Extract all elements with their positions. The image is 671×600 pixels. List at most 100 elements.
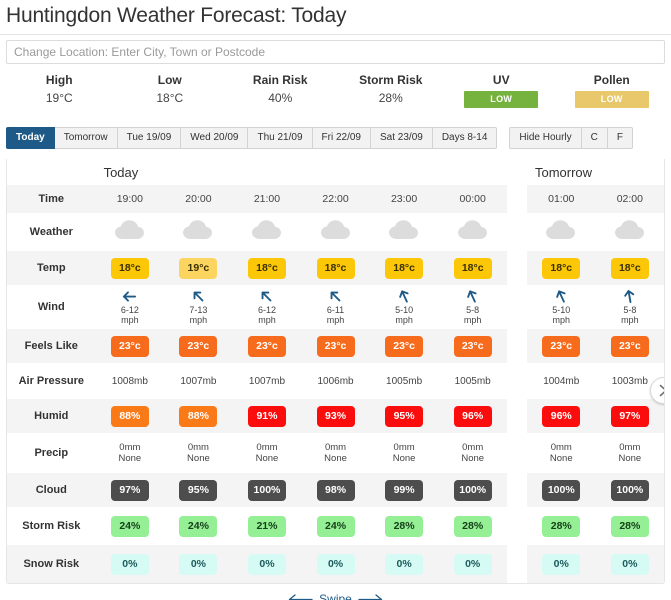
precip-cell: 0mm None [595, 433, 664, 473]
humidity-cell: 88% [164, 399, 233, 433]
wind-cell: 6-11 mph [301, 285, 370, 329]
precip-amount: 0mm [619, 442, 641, 453]
cloud-cell: 100% [595, 473, 664, 507]
humidity-cell: 97% [664, 399, 665, 433]
row-time: Time 19:00 20:00 21:00 22:00 23:00 00:00 01:00 0… [7, 185, 664, 213]
wind-direction-arrow-icon [398, 290, 409, 303]
temp-chip: 18°c [316, 257, 355, 279]
temp-cell: 19°c [164, 251, 233, 285]
wind-unit: mph [621, 315, 639, 325]
cloud-cell: 100% [438, 473, 507, 507]
air-pressure-cell: 1005mb [438, 363, 507, 399]
wind-speed: 6-11 [326, 305, 345, 315]
tab-thu-21-09[interactable]: Thu 21/09 [248, 127, 313, 149]
forecast-table-scroller[interactable]: Today Tomorrow Time 19:00 20:00 21:00 22:00 23:… [6, 159, 665, 584]
feels-like-cell: 23°c [95, 329, 165, 363]
feels-like-chip: 23°c [453, 335, 492, 357]
row-label: Wind [7, 285, 96, 329]
precip-text: 0mm None [233, 442, 302, 464]
temp-cell: 18°c [438, 251, 507, 285]
weather-icon-cell [301, 213, 370, 251]
cloud-chip: 100% [610, 479, 649, 501]
day-header-spacer [7, 159, 96, 185]
precip-text: 0mm None [164, 442, 233, 464]
weather-icon-cell [232, 213, 302, 251]
snow-risk-chip: 0% [453, 553, 492, 575]
cloud-chip: 100% [542, 479, 581, 501]
day-separator [507, 285, 527, 329]
temp-cell: 18°c [232, 251, 302, 285]
tab-tomorrow[interactable]: Tomorrow [54, 127, 118, 149]
tab-fri-22-09[interactable]: Fri 22/09 [312, 127, 371, 149]
temp-chip: 18°c [542, 257, 581, 279]
title-divider [0, 34, 671, 35]
air-pressure-cell: 1008mb [95, 363, 165, 399]
button-f[interactable]: F [607, 127, 633, 149]
cloud-icon [389, 220, 419, 239]
storm-risk-chip: 24% [316, 515, 355, 537]
wind-unit: mph [395, 315, 413, 325]
wind-speed: 5-8 [466, 305, 480, 315]
precip-amount: 0mm [187, 442, 209, 453]
day-separator [507, 399, 527, 433]
cloud-icon [320, 220, 350, 239]
time-cell: 22:00 [301, 185, 370, 213]
row-weather: Weather [7, 213, 665, 251]
air-pressure-cell: 1001mb [664, 363, 665, 399]
day-header-today: Today [95, 159, 507, 185]
temp-cell: 18°c [369, 251, 439, 285]
wind-unit: mph [463, 315, 482, 325]
summary-value: 28% [378, 91, 403, 105]
summary-value: 19°C [45, 91, 73, 105]
snow-risk-cell: 0% [301, 545, 370, 583]
precip-description: None [618, 453, 642, 464]
tab-today[interactable]: Today [6, 127, 55, 149]
row-label: Air Pressure [7, 363, 96, 399]
feels-like-chip: 23°c [385, 335, 424, 357]
cloud-chip: 97% [110, 479, 149, 501]
storm-risk-cell: 24% [164, 507, 233, 545]
weather-icon-cell [664, 213, 665, 251]
row-precip: Precip 0mm None 0mm None 0mm None 0mm None 0mm Non… [7, 433, 664, 473]
row-snow-risk: Snow Risk0%0%0%0%0%0%0%0%0%0%0%0%0% [7, 545, 664, 583]
feels-like-cell: 23°c [369, 329, 439, 363]
button-c[interactable]: C [581, 127, 608, 149]
wind-direction-arrow-icon [262, 291, 272, 302]
row-temp: Temp 18°c 19°c 18°c 18°c 18°c 18°c 18°c 18°c 18°c… [7, 251, 664, 285]
precip-amount: 0mm [324, 442, 347, 453]
cloud-icon [251, 220, 281, 239]
precip-description: None [324, 453, 347, 464]
button-hide-hourly[interactable]: Hide Hourly [509, 127, 582, 149]
precip-text: 0mm None [596, 442, 664, 464]
row-humidity: Humid88%88%91%93%95%96%96%97%97%98%95%95… [7, 399, 665, 433]
summary-strip: High 19°C Low 18°C Rain Risk 40% Storm Risk 28%… [0, 72, 671, 118]
feels-like-chip: 23°c [247, 335, 286, 357]
snow-risk-cell: 0% [369, 545, 439, 583]
arrow-left-icon [289, 593, 313, 600]
precip-amount: 0mm [393, 442, 415, 453]
summary-label: Low [157, 73, 182, 87]
feels-like-chip: 23°c [316, 335, 355, 357]
storm-risk-chip: 24% [179, 515, 218, 537]
temp-chip: 18°c [453, 257, 492, 279]
tab-tue-19-09[interactable]: Tue 19/09 [117, 127, 182, 149]
precip-cell: 0mm None [526, 433, 596, 473]
wind-cell: 7-13 mph [164, 285, 233, 329]
location-search-input[interactable] [6, 40, 665, 64]
wind-unit: mph [258, 315, 276, 325]
tab-days-8-14[interactable]: Days 8-14 [432, 127, 498, 149]
precip-text: 0mm None [96, 442, 165, 464]
humidity-cell: 93% [301, 399, 370, 433]
humidity-chip: 96% [542, 405, 581, 427]
control-tab-group: Hide Hourly C F [509, 127, 633, 149]
storm-risk-cell: 28% [595, 507, 664, 545]
humidity-cell: 97% [595, 399, 664, 433]
wind-direction-arrow-icon [624, 290, 635, 303]
wind-speed: 6-12 [257, 305, 276, 315]
tab-sat-23-09[interactable]: Sat 23/09 [371, 127, 433, 149]
tab-wed-20-09[interactable]: Wed 20/09 [181, 127, 249, 149]
summary-item-low: Low 18°C [115, 72, 226, 118]
snow-risk-chip: 0% [179, 553, 218, 575]
storm-risk-cell: 28% [438, 507, 507, 545]
cloud-cell: 95% [164, 473, 233, 507]
